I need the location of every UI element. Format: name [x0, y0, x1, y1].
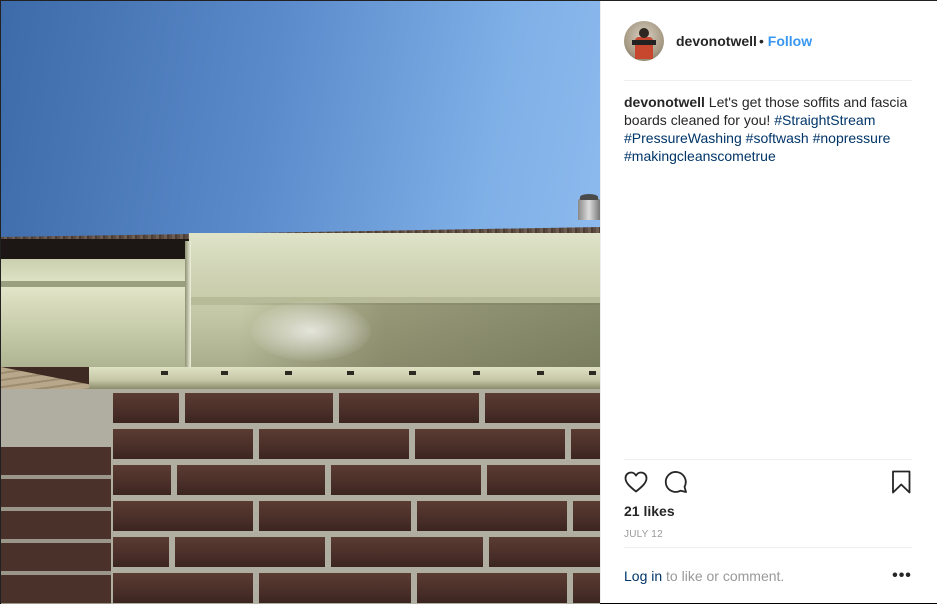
follow-group: • Follow: [759, 33, 812, 49]
login-suffix: to like or comment.: [666, 568, 785, 584]
login-prompt: Log in to like or comment.: [624, 568, 784, 584]
caption-username-link[interactable]: devonotwell: [624, 94, 705, 110]
login-link[interactable]: Log in: [624, 568, 662, 584]
footer-divider: [624, 547, 912, 548]
photo-drip-edge: [89, 367, 600, 389]
photo-brick-wall-left: [1, 447, 111, 604]
separator-dot: •: [759, 33, 764, 49]
actions-divider: [624, 459, 912, 460]
post-date: JULY 12: [624, 529, 663, 540]
username-link[interactable]: devonotwell: [676, 33, 757, 49]
bookmark-icon[interactable]: [889, 469, 915, 495]
photo-fascia-gutter: [189, 233, 600, 367]
photo-sky: [1, 1, 600, 241]
hashtag-link[interactable]: #softwash: [746, 130, 809, 146]
post-caption: devonotwell Let's get those soffits and …: [624, 93, 914, 165]
hashtag-link[interactable]: #nopressure: [813, 130, 891, 146]
post-side-panel: devonotwell • Follow devonotwell Let's g…: [600, 1, 937, 603]
comment-icon[interactable]: [663, 469, 689, 495]
photo-roof-vent: [578, 194, 600, 220]
post-photo[interactable]: [1, 1, 600, 604]
more-options-icon[interactable]: •••: [891, 568, 913, 584]
photo-gutter-left: [1, 259, 191, 367]
hashtag-link[interactable]: #StraightStream: [774, 112, 875, 128]
heart-icon[interactable]: [623, 469, 649, 495]
likes-count[interactable]: 21 likes: [624, 503, 675, 519]
hashtag-link[interactable]: #PressureWashing: [624, 130, 742, 146]
post-header: devonotwell • Follow: [601, 1, 937, 81]
header-divider: [624, 80, 912, 81]
post-modal: devonotwell • Follow devonotwell Let's g…: [0, 0, 937, 604]
avatar[interactable]: [624, 21, 664, 61]
hashtag-link[interactable]: #makingcleanscometrue: [624, 148, 776, 164]
follow-button[interactable]: Follow: [768, 33, 812, 49]
photo-cleaned-area: [251, 301, 371, 361]
photo-gutter-seam: [185, 241, 191, 367]
